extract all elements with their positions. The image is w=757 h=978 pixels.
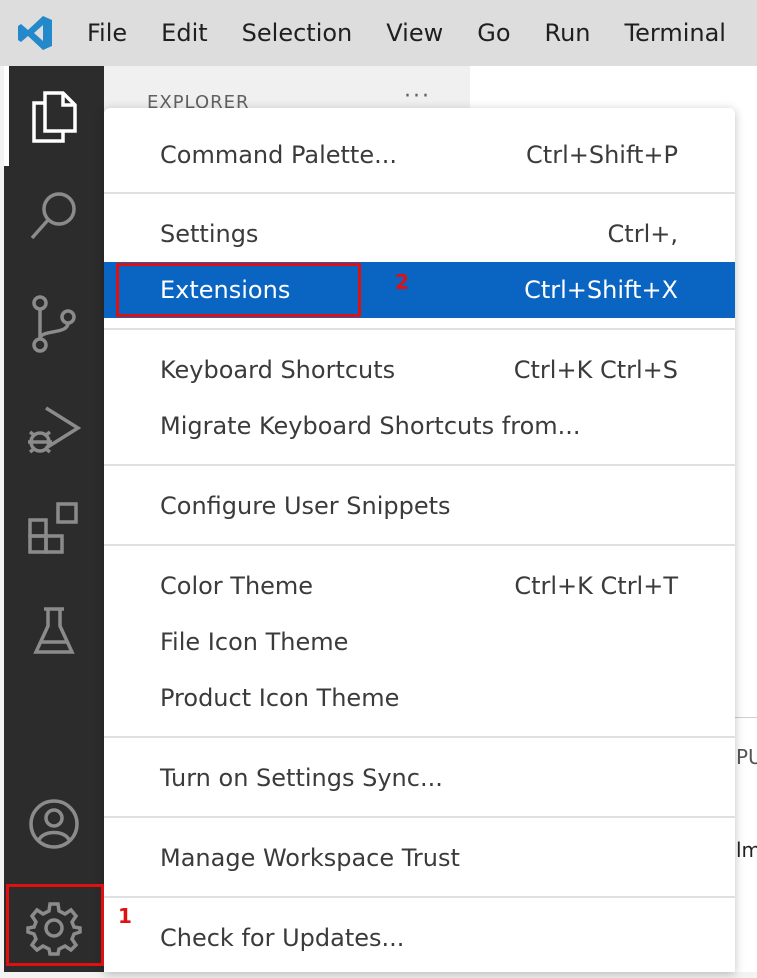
source-control-icon[interactable] [4,274,104,374]
menu-terminal[interactable]: Terminal [608,0,743,66]
annotation-box-extensions [116,263,361,317]
menu-item-shortcut: Ctrl+Shift+P [526,141,678,169]
menu-separator [104,736,735,738]
active-indicator [4,66,9,166]
menu-item-label: Settings [160,220,259,248]
menu-separator [104,544,735,546]
menu-item-label: Turn on Settings Sync... [160,764,443,792]
menu-item-label: Product Icon Theme [160,684,400,712]
menu-separator [104,896,735,898]
menu-item-label: Keyboard Shortcuts [160,356,396,384]
panel-tab-fragment: PU [736,745,757,769]
menu-bar: File Edit Selection View Go Run Terminal [0,0,757,66]
menu-item-label: File Icon Theme [160,628,349,656]
menu-item-label: Color Theme [160,572,314,600]
menu-item-check-for-updates[interactable]: Check for Updates... [104,910,735,966]
run-debug-icon[interactable] [4,380,104,480]
menu-separator [104,192,735,194]
menu-item-color-theme[interactable]: Color Theme Ctrl+K Ctrl+T [104,558,735,614]
extensions-icon[interactable] [4,478,104,578]
menu-item-shortcut: Ctrl+K Ctrl+T [514,572,678,600]
menu-separator [104,464,735,466]
annotation-number-2: 2 [395,270,409,294]
panel-divider [734,717,757,718]
menu-separator [104,328,735,330]
menu-item-file-icon-theme[interactable]: File Icon Theme [104,614,735,670]
menu-item-label: Manage Workspace Trust [160,844,460,872]
menu-item-keyboard-shortcuts[interactable]: Keyboard Shortcuts Ctrl+K Ctrl+S [104,342,735,398]
menu-run[interactable]: Run [528,0,608,66]
panel-text-fragment: lm. [736,838,757,862]
activity-bar [4,66,104,972]
annotation-number-1: 1 [118,904,132,928]
account-icon[interactable] [4,774,104,874]
vscode-logo-icon [0,0,70,66]
menu-item-settings-sync[interactable]: Turn on Settings Sync... [104,750,735,806]
menu-view[interactable]: View [369,0,460,66]
menu-item-label: Command Palette... [160,141,397,169]
menu-item-product-icon-theme[interactable]: Product Icon Theme [104,670,735,726]
menu-item-configure-user-snippets[interactable]: Configure User Snippets [104,478,735,534]
menu-separator [104,816,735,818]
menu-item-label: Migrate Keyboard Shortcuts from... [160,412,581,440]
menu-item-manage-workspace-trust[interactable]: Manage Workspace Trust [104,830,735,886]
menu-item-settings[interactable]: Settings Ctrl+, [104,206,735,262]
menu-go[interactable]: Go [460,0,527,66]
manage-context-menu: Command Palette... Ctrl+Shift+P Settings… [104,108,735,972]
testing-icon[interactable] [4,582,104,682]
annotation-box-gear [6,884,104,966]
menu-item-migrate-keyboard-shortcuts[interactable]: Migrate Keyboard Shortcuts from... [104,398,735,454]
more-actions-icon[interactable]: ··· [404,84,431,109]
explorer-icon[interactable] [4,66,104,166]
menu-edit[interactable]: Edit [144,0,224,66]
menu-item-shortcut: Ctrl+Shift+X [524,276,678,304]
menu-file[interactable]: File [70,0,144,66]
menu-item-command-palette[interactable]: Command Palette... Ctrl+Shift+P [104,127,735,183]
search-icon[interactable] [4,166,104,266]
menu-item-label: Check for Updates... [160,924,405,952]
menu-item-shortcut: Ctrl+, [607,220,678,248]
menu-item-label: Configure User Snippets [160,492,451,520]
menu-selection[interactable]: Selection [225,0,370,66]
menu-item-shortcut: Ctrl+K Ctrl+S [513,356,678,384]
